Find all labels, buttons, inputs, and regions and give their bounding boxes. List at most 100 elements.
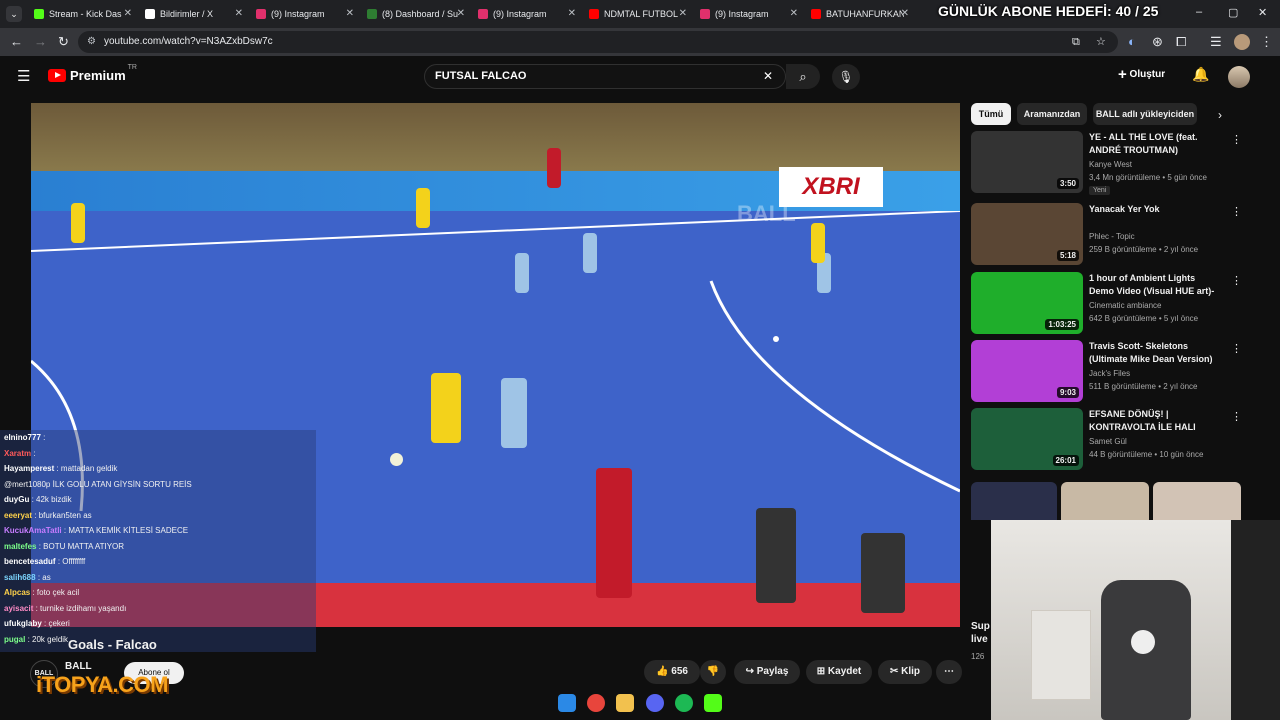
partial-recommendation-title[interactable]: Sup live [971, 620, 990, 646]
search-button[interactable]: ⌕ [786, 64, 820, 89]
tab-close-icon[interactable]: ✕ [346, 8, 354, 19]
duration-badge: 3:50 [1056, 178, 1079, 189]
browser-tab[interactable]: Stream - Kick Das ✕ [28, 4, 136, 24]
tab-close-icon[interactable]: ✕ [235, 8, 243, 19]
recommendation-item[interactable]: 3:50 YE - ALL THE LOVE (feat. ANDRÉ TROUT… [971, 131, 1242, 195]
recommendation-item[interactable]: 1:03:25 1 hour of Ambient Lights Demo Vid… [971, 272, 1242, 336]
sponsor-logo: iTOPYA.COM [36, 672, 168, 697]
tab-close-icon[interactable]: ✕ [568, 8, 576, 19]
video-thumbnail[interactable]: 1:03:25 [971, 272, 1083, 334]
more-options-icon[interactable]: ⋮ [1231, 410, 1242, 423]
forward-icon[interactable]: → [34, 34, 47, 49]
recommendation-title[interactable]: 1 hour of Ambient Lights Demo Video (Vis… [1089, 272, 1219, 298]
browser-tab[interactable]: (9) Instagram ✕ [472, 4, 580, 24]
site-info-icon[interactable]: ⚙ [87, 31, 96, 53]
youtube-header: ☰ Premium TR FUTSAL FALCAO ✕ ⌕ 🎙 + Oluşt… [0, 56, 1280, 98]
youtube-premium-logo[interactable]: Premium TR [48, 64, 137, 83]
browser-tab[interactable]: BATUHANFURKAN ✕ [805, 4, 913, 24]
extensions-puzzle-icon[interactable]: ⧠ [1176, 34, 1186, 50]
share-button[interactable]: ↪ Paylaş [734, 660, 800, 684]
profile-avatar[interactable] [1234, 34, 1250, 50]
tab-close-icon[interactable]: ✕ [790, 8, 798, 19]
chip-from-uploader[interactable]: BALL adlı yükleyiciden [1093, 103, 1197, 125]
minimize-icon[interactable]: – [1196, 6, 1202, 18]
recommendation-channel[interactable]: Phlec - Topic [1089, 232, 1135, 241]
partial-recommendation-thumbs[interactable] [971, 482, 1241, 520]
more-options-icon[interactable]: ⋮ [1231, 205, 1242, 218]
notifications-bell-icon[interactable]: 🔔 [1192, 66, 1209, 83]
recommendation-title[interactable]: EFSANE DÖNÜŞ! | KONTRAVOLTA İLE HALI SAH… [1089, 408, 1219, 434]
hamburger-menu-icon[interactable]: ☰ [17, 67, 30, 85]
maximize-icon[interactable]: ▢ [1228, 6, 1238, 19]
video-thumbnail[interactable]: 9:03 [971, 340, 1083, 402]
back-icon[interactable]: ← [10, 34, 23, 49]
kick-app-icon[interactable] [704, 694, 722, 712]
file-explorer-icon[interactable] [616, 694, 634, 712]
chat-message: Alpcas : foto çek acil [4, 585, 316, 601]
recommendation-channel[interactable]: Samet Gül [1089, 437, 1127, 446]
recommendation-title[interactable]: Travis Scott- Skeletons (Ultimate Mike D… [1089, 340, 1219, 366]
tab-search-icon[interactable]: ⌄ [6, 6, 22, 22]
video-thumbnail[interactable]: 26:01 [971, 408, 1083, 470]
more-actions-button[interactable]: ⋯ [936, 660, 962, 684]
recommendation-channel[interactable]: Kanye West [1089, 160, 1132, 169]
chat-text: : turnike izdihamı yaşandı [35, 603, 127, 613]
clear-search-icon[interactable]: ✕ [763, 65, 773, 88]
channel-name[interactable]: BALL [65, 661, 92, 672]
tab-favicon-icon [700, 9, 710, 19]
browser-tab[interactable]: (9) Instagram ✕ [250, 4, 358, 24]
share-icon: ↪ [745, 666, 754, 677]
browser-menu-icon[interactable]: ⋮ [1260, 34, 1273, 50]
player [811, 223, 825, 263]
bookmark-star-icon[interactable]: ☆ [1096, 31, 1106, 53]
tab-label: BATUHANFURKAN [826, 9, 904, 19]
chrome-icon[interactable] [587, 694, 605, 712]
more-options-icon[interactable]: ⋮ [1231, 342, 1242, 355]
voice-search-button[interactable]: 🎙 [832, 64, 860, 90]
tab-close-icon[interactable]: ✕ [679, 8, 687, 19]
extension-icon-2[interactable]: ⊛ [1152, 34, 1163, 50]
recommendation-channel[interactable]: Cinematic ambiance [1089, 301, 1161, 310]
clip-button[interactable]: ✂ Klip [878, 660, 932, 684]
save-button[interactable]: ⊞ Kaydet [806, 660, 872, 684]
recommendation-meta: 44 B görüntüleme • 10 gün önce [1089, 450, 1204, 459]
chip-all[interactable]: Tümü [971, 103, 1011, 125]
more-options-icon[interactable]: ⋮ [1231, 274, 1242, 287]
browser-tab[interactable]: (8) Dashboard / Su ✕ [361, 4, 469, 24]
reload-icon[interactable]: ↻ [58, 34, 69, 50]
tab-close-icon[interactable]: ✕ [901, 8, 909, 19]
chat-message: Xaratm : [4, 446, 316, 462]
extension-icon[interactable]: ◐ [1128, 34, 1136, 49]
coach [756, 508, 796, 603]
search-input[interactable]: FUTSAL FALCAO ✕ [424, 64, 786, 89]
recommendation-channel[interactable]: Jack's Files [1089, 369, 1130, 378]
dislike-button[interactable]: 👎 [700, 660, 726, 684]
discord-icon[interactable] [646, 694, 664, 712]
recommendation-title[interactable]: YE - ALL THE LOVE (feat. ANDRÉ TROUTMAN) [1089, 131, 1219, 157]
video-thumbnail[interactable]: 3:50 [971, 131, 1083, 193]
more-options-icon[interactable]: ⋮ [1231, 133, 1242, 146]
browser-tab[interactable]: Bildirimler / X ✕ [139, 4, 247, 24]
browser-tab[interactable]: (9) Instagram ✕ [694, 4, 802, 24]
spotify-icon[interactable] [675, 694, 693, 712]
video-watermark: BALL [737, 201, 796, 226]
like-button[interactable]: 👍 656 [644, 660, 700, 684]
browser-tab[interactable]: NDMTAL FUTBOL ✕ [583, 4, 691, 24]
browser-toolbar: ← → ↻ ⚙ youtube.com/watch?v=N3AZxbDsw7c … [0, 28, 1280, 56]
close-window-icon[interactable]: ✕ [1258, 6, 1267, 19]
install-icon[interactable]: ⧉ [1072, 31, 1080, 53]
recommendation-title[interactable]: Yanacak Yer Yok [1089, 203, 1219, 216]
create-button[interactable]: + Oluştur [1118, 66, 1165, 83]
windows-start-icon[interactable] [558, 694, 576, 712]
recommendation-item[interactable]: 26:01 EFSANE DÖNÜŞ! | KONTRAVOLTA İLE HAL… [971, 408, 1242, 472]
address-bar[interactable]: ⚙ youtube.com/watch?v=N3AZxbDsw7c ⧉ ☆ [78, 31, 1118, 53]
chip-from-search[interactable]: Aramanızdan [1017, 103, 1087, 125]
recommendation-item[interactable]: 9:03 Travis Scott- Skeletons (Ultimate Mi… [971, 340, 1242, 404]
video-thumbnail[interactable]: 5:18 [971, 203, 1083, 265]
chevron-right-icon[interactable]: › [1218, 108, 1222, 122]
media-control-icon[interactable]: ☰ [1210, 34, 1222, 50]
tab-close-icon[interactable]: ✕ [457, 8, 465, 19]
tab-close-icon[interactable]: ✕ [124, 8, 132, 19]
recommendation-item[interactable]: 5:18 Yanacak Yer Yok Phlec - Topic 259 B gö… [971, 203, 1242, 267]
account-avatar[interactable] [1228, 66, 1250, 88]
